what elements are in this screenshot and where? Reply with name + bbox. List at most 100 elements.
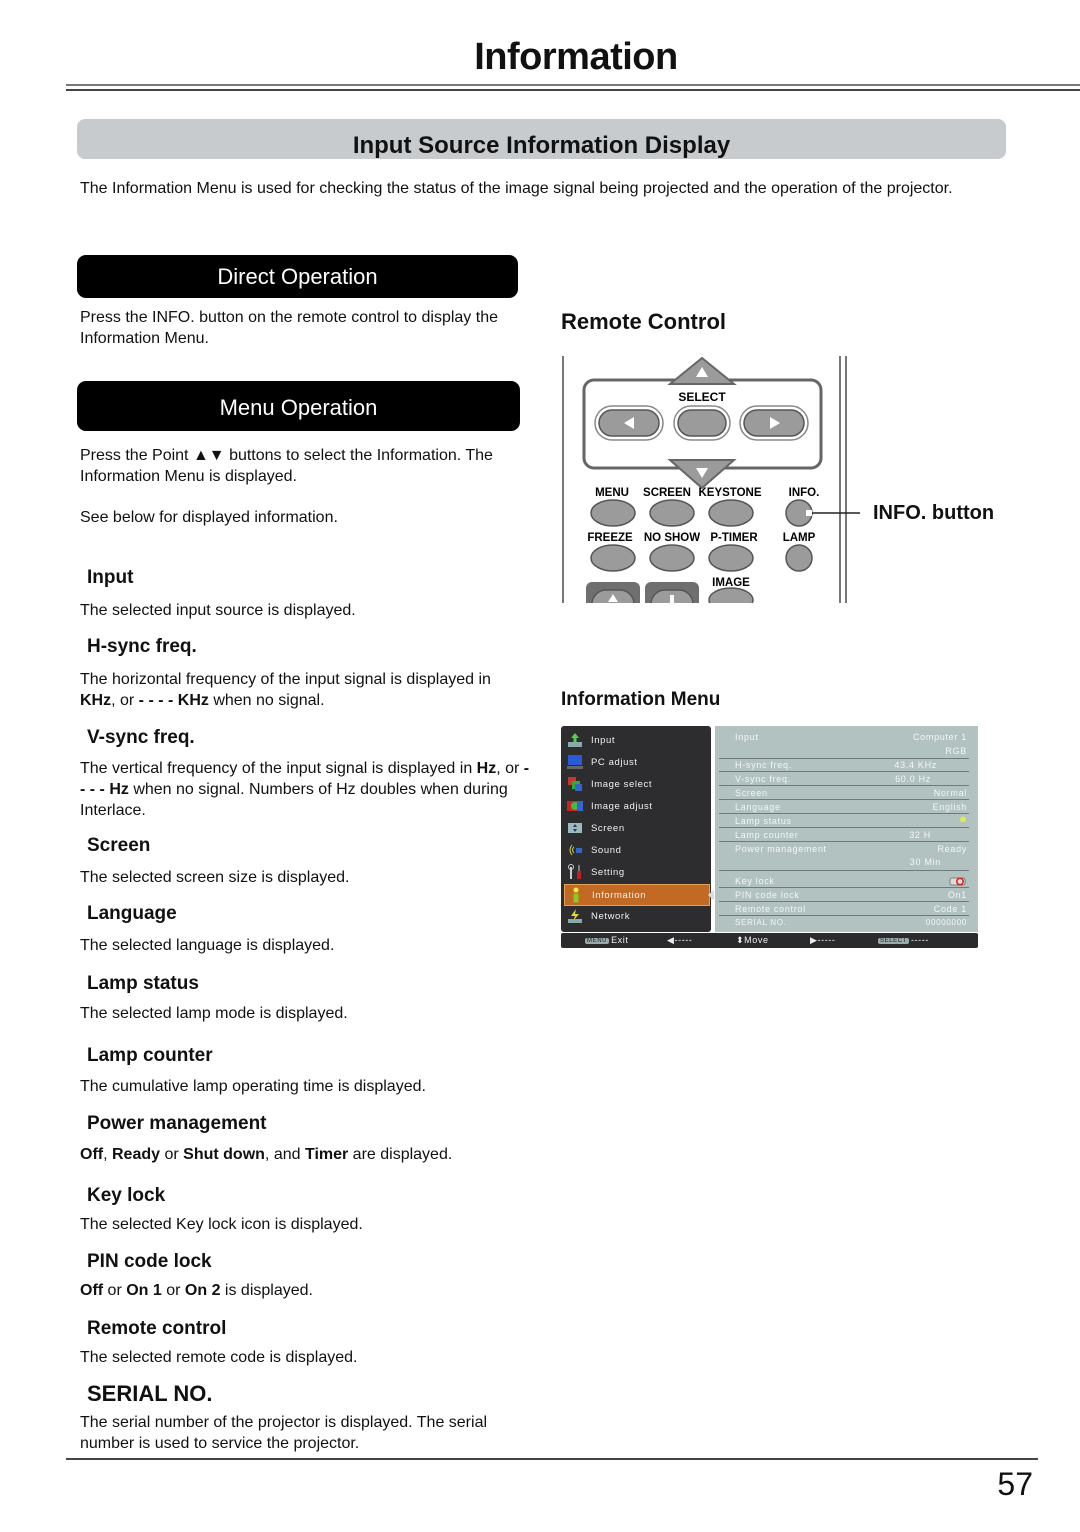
freeze-button-label: FREEZE xyxy=(587,532,633,544)
p-timer-button[interactable] xyxy=(708,544,754,572)
osd-menu-item-sound[interactable]: Sound xyxy=(564,840,708,860)
information-menu-heading: Information Menu xyxy=(561,689,721,710)
menu-operation-note: See below for displayed information. xyxy=(80,509,338,526)
direct-operation-text: Press the INFO. button on the remote con… xyxy=(80,309,498,347)
item-desc-remote-control: The selected remote code is displayed. xyxy=(80,1349,358,1366)
section-title: Input Source Information Display xyxy=(352,132,731,159)
item-title-key-lock: Key lock xyxy=(87,1185,166,1206)
osd-guide-bar: MENU Exit ◀----- ⬍Move ▶----- SELECT ----- xyxy=(561,933,978,948)
direct-operation-banner: Direct Operation xyxy=(77,255,518,298)
item-title-language: Language xyxy=(87,903,177,924)
osd-right-hint: ▶----- xyxy=(810,935,836,945)
select-button[interactable] xyxy=(673,405,731,441)
item-title-serial-no: SERIAL NO. xyxy=(87,1381,213,1406)
page-title: Information xyxy=(474,36,678,78)
menu-button-label: MENU xyxy=(595,487,629,499)
sound-icon xyxy=(569,844,582,856)
image-adjust-icon xyxy=(567,801,583,811)
lamp-button-label: LAMP xyxy=(783,532,816,544)
freeze-button[interactable] xyxy=(590,544,636,572)
item-title-lamp-counter: Lamp counter xyxy=(87,1045,213,1066)
point-up-button[interactable] xyxy=(667,356,737,385)
item-title-remote-control: Remote control xyxy=(87,1318,227,1339)
osd-move-hint: ⬍Move xyxy=(736,935,769,945)
osd-main-menu: Input PC adjust Image select Image adjus… xyxy=(561,726,711,932)
information-icon xyxy=(573,887,579,903)
selection-pointer xyxy=(708,890,714,900)
menu-key-icon: MENU xyxy=(585,938,610,944)
item-title-pin-code-lock: PIN code lock xyxy=(87,1251,212,1272)
osd-menu-item-setting[interactable]: Setting xyxy=(564,862,708,882)
point-down-button[interactable] xyxy=(667,459,737,490)
item-title-hsync: H-sync freq. xyxy=(87,636,197,657)
setting-icon xyxy=(568,864,581,879)
menu-button[interactable] xyxy=(590,499,636,527)
osd-menu-item-pc-adjust[interactable]: PC adjust xyxy=(564,752,708,772)
osd-menu-item-screen[interactable]: Screen xyxy=(564,818,708,838)
up-down-arrow-icon: ⬍ xyxy=(736,935,745,945)
osd-menu-item-network[interactable]: Network xyxy=(564,906,708,926)
item-title-power-management: Power management xyxy=(87,1113,267,1134)
osd-exit-hint[interactable]: MENU Exit xyxy=(585,935,628,945)
item-desc-key-lock: The selected Key lock icon is displayed. xyxy=(80,1216,363,1233)
osd-left-hint: ◀----- xyxy=(667,935,693,945)
osd-select-hint: SELECT ----- xyxy=(878,935,929,945)
network-icon xyxy=(568,909,582,923)
item-title-lamp-status: Lamp status xyxy=(87,973,199,994)
item-desc-pin-code-lock: Off or On 1 or On 2 is displayed. xyxy=(80,1282,313,1299)
image-button[interactable] xyxy=(708,587,754,604)
menu-operation-banner: Menu Operation xyxy=(77,381,520,431)
item-desc-lamp-status: The selected lamp mode is displayed. xyxy=(80,1005,348,1022)
item-desc-power-management: Off, Ready or Shut down, and Timer are d… xyxy=(80,1146,453,1163)
left-arrow-icon: ◀ xyxy=(667,935,675,945)
osd-menu-item-information[interactable]: Information xyxy=(564,884,710,906)
screen-button-label: SCREEN xyxy=(643,487,691,499)
image-button-label: IMAGE xyxy=(712,577,750,589)
item-desc-serial-no: The serial number of the projector is di… xyxy=(80,1414,488,1452)
item-desc-input: The selected input source is displayed. xyxy=(80,602,356,619)
item-title-vsync: V-sync freq. xyxy=(87,727,195,748)
info-button-label: INFO. xyxy=(789,487,820,499)
osd-menu-item-image-adjust[interactable]: Image adjust xyxy=(564,796,708,816)
remote-control-illustration: SELECT MENU SCREEN KEYSTONE INFO. FREEZE… xyxy=(560,356,860,604)
osd-information-panel: Input Computer 1 RGB H-sync freq. 43.4 KHz… xyxy=(715,726,978,932)
point-left-button[interactable] xyxy=(594,405,664,441)
input-icon xyxy=(568,733,582,747)
select-label: SELECT xyxy=(678,390,726,404)
lamp-button[interactable] xyxy=(785,544,813,572)
info-button-callout: INFO. button xyxy=(873,502,995,524)
item-desc-language: The selected language is displayed. xyxy=(80,937,335,954)
item-title-input: Input xyxy=(87,567,134,588)
key-lock-icon xyxy=(949,877,966,886)
intro-text: The Information Menu is used for checkin… xyxy=(80,180,953,197)
pc-adjust-icon xyxy=(567,755,583,769)
screen-icon xyxy=(568,823,582,833)
menu-operation-text: Press the Point ▲▼ buttons to select the… xyxy=(80,447,493,485)
item-desc-screen: The selected screen size is displayed. xyxy=(80,869,350,886)
digital-zoom-plus-button[interactable] xyxy=(645,582,699,604)
title-divider xyxy=(66,89,1080,91)
osd-menu-item-image-select[interactable]: Image select xyxy=(564,774,708,794)
p-timer-button-label: P-TIMER xyxy=(710,532,758,544)
image-select-icon xyxy=(568,777,582,791)
item-desc-hsync: The horizontal frequency of the input si… xyxy=(80,671,491,709)
lamp-status-icon xyxy=(960,816,966,826)
keystone-button[interactable] xyxy=(708,499,754,527)
volume-up-button[interactable] xyxy=(586,582,640,604)
information-menu-screen: Input PC adjust Image select Image adjus… xyxy=(561,726,978,948)
point-right-button[interactable] xyxy=(739,405,809,441)
footer-divider xyxy=(66,1458,1038,1460)
remote-control-heading: Remote Control xyxy=(561,309,726,334)
screen-button[interactable] xyxy=(649,499,695,527)
no-show-button[interactable] xyxy=(649,544,695,572)
keystone-button-label: KEYSTONE xyxy=(698,487,761,499)
no-show-button-label: NO SHOW xyxy=(644,532,700,544)
info-callout-marker xyxy=(806,510,812,516)
title-divider xyxy=(66,84,1080,86)
item-desc-vsync: The vertical frequency of the input sign… xyxy=(80,760,530,819)
right-arrow-icon: ▶ xyxy=(810,935,818,945)
page-number: 57 xyxy=(997,1466,1033,1502)
select-key-icon: SELECT xyxy=(878,938,909,944)
item-desc-lamp-counter: The cumulative lamp operating time is di… xyxy=(80,1078,426,1095)
osd-menu-item-input[interactable]: Input xyxy=(564,730,708,750)
